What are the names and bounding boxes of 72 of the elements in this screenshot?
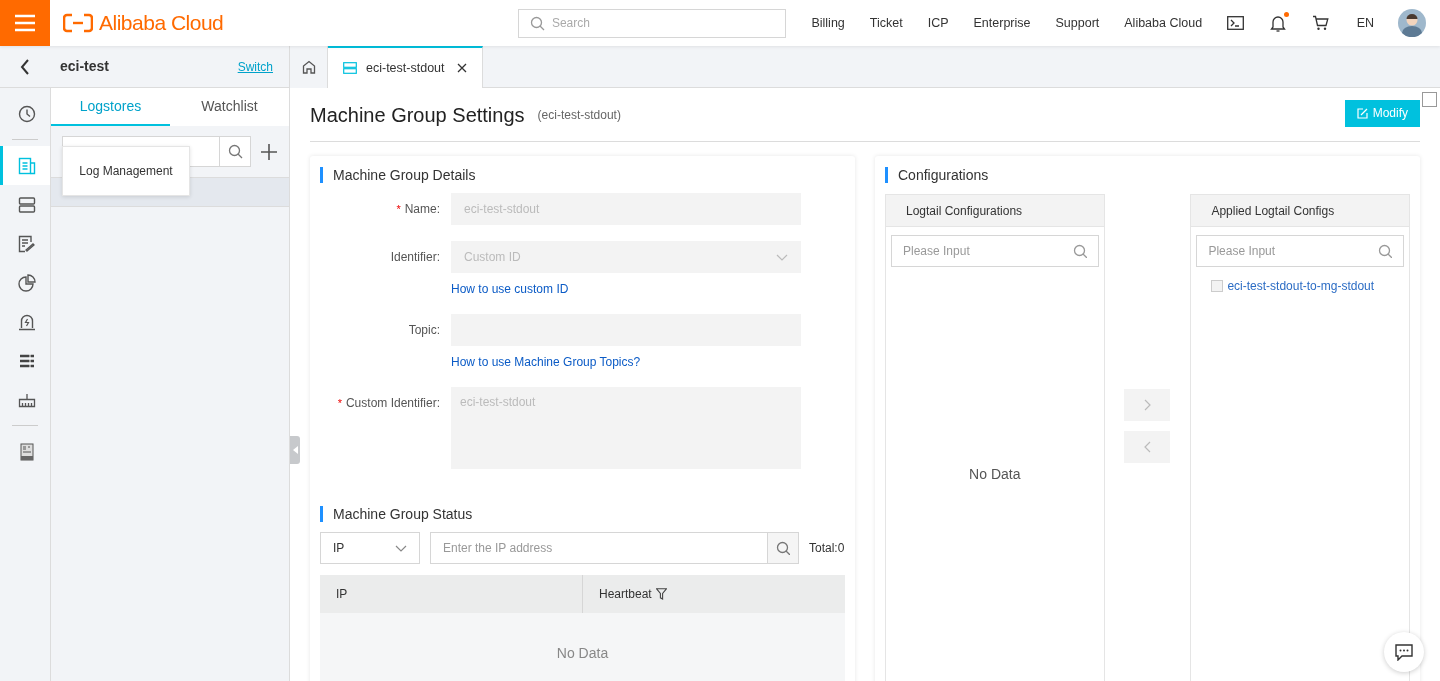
field-label: Name: xyxy=(404,201,440,218)
section-heading: Configurations xyxy=(898,165,989,185)
page-tab[interactable]: eci-test-stdout xyxy=(328,46,483,88)
search-icon xyxy=(776,541,790,555)
chevron-left-icon xyxy=(1144,440,1151,453)
panel-title: Logtail Configurations xyxy=(886,195,1104,227)
column-header: Heartbeat xyxy=(583,575,845,613)
required-mark: * xyxy=(337,395,342,411)
chevron-down-icon xyxy=(395,544,407,552)
help-link[interactable]: How to use custom ID xyxy=(451,280,801,298)
filter-select[interactable]: IP xyxy=(320,532,420,564)
document-icon xyxy=(17,156,36,175)
edit-icon xyxy=(1356,107,1368,119)
required-mark: * xyxy=(396,201,401,217)
page-title: Machine Group Settings xyxy=(310,102,525,128)
plus-icon[interactable] xyxy=(260,142,278,161)
home-tab[interactable] xyxy=(290,46,328,88)
nav-link[interactable]: Alibaba Cloud xyxy=(1124,13,1203,33)
checkbox[interactable] xyxy=(1211,280,1224,292)
server-icon xyxy=(17,195,36,214)
list-icon xyxy=(17,351,36,370)
help-link[interactable]: How to use Machine Group Topics? xyxy=(451,353,801,371)
server-icon xyxy=(343,62,357,74)
chat-icon xyxy=(1395,643,1413,661)
edit-icon xyxy=(17,234,36,253)
caret-left-icon xyxy=(292,446,298,454)
terminal-icon[interactable] xyxy=(1226,16,1244,30)
empty-message: No Data xyxy=(969,465,1021,484)
close-icon[interactable] xyxy=(456,63,467,73)
section-heading: Machine Group Status xyxy=(333,504,473,524)
nav-link[interactable]: Enterprise xyxy=(973,13,1031,33)
accent-bar xyxy=(885,167,888,183)
project-name: eci-test xyxy=(60,57,110,76)
list-item[interactable]: eci-test-stdout-to-mg-stdout xyxy=(1211,277,1389,295)
search-icon xyxy=(1072,244,1087,258)
menu-button[interactable] xyxy=(0,0,50,46)
empty-message: No Data xyxy=(556,643,609,663)
nav-link[interactable]: Billing xyxy=(811,13,845,33)
menu-icon xyxy=(14,14,36,32)
logo-icon xyxy=(63,13,93,33)
section-heading: Machine Group Details xyxy=(333,165,476,185)
cart-icon[interactable] xyxy=(1311,15,1329,31)
chevron-down-icon xyxy=(776,253,788,261)
side-tab[interactable]: Watchlist xyxy=(170,88,289,126)
nav-link[interactable]: Ticket xyxy=(869,13,903,33)
field-label: Identifier: xyxy=(390,249,440,266)
bell-icon[interactable] xyxy=(1269,14,1286,32)
panel-title: Applied Logtail Configs xyxy=(1191,195,1409,227)
pie-chart-icon xyxy=(17,273,36,292)
search-icon xyxy=(1378,244,1392,258)
search-icon xyxy=(227,144,243,159)
field-label: Topic: xyxy=(408,322,440,339)
language-button[interactable]: EN xyxy=(1356,13,1374,33)
accent-bar xyxy=(320,167,323,183)
nav-link[interactable]: ICP xyxy=(927,13,949,33)
accent-bar xyxy=(320,506,323,522)
clock-icon xyxy=(17,104,36,123)
checkbox[interactable] xyxy=(1422,92,1437,107)
collapse-handle[interactable] xyxy=(290,436,300,464)
search-icon xyxy=(529,15,545,31)
chevron-right-icon xyxy=(1144,398,1151,411)
page-subtitle: (eci-test-stdout) xyxy=(537,106,621,124)
nav-link[interactable]: Support xyxy=(1055,13,1100,33)
field-label: Custom Identifier: xyxy=(345,395,440,412)
total-count: Total:0 xyxy=(809,540,845,557)
home-icon xyxy=(301,60,316,74)
report-icon xyxy=(17,442,36,461)
chevron-left-icon xyxy=(20,58,30,75)
alarm-icon xyxy=(17,312,36,331)
tooltip: Log Management xyxy=(62,146,190,196)
filter-icon[interactable] xyxy=(655,588,667,600)
avatar-icon[interactable] xyxy=(1398,9,1426,37)
